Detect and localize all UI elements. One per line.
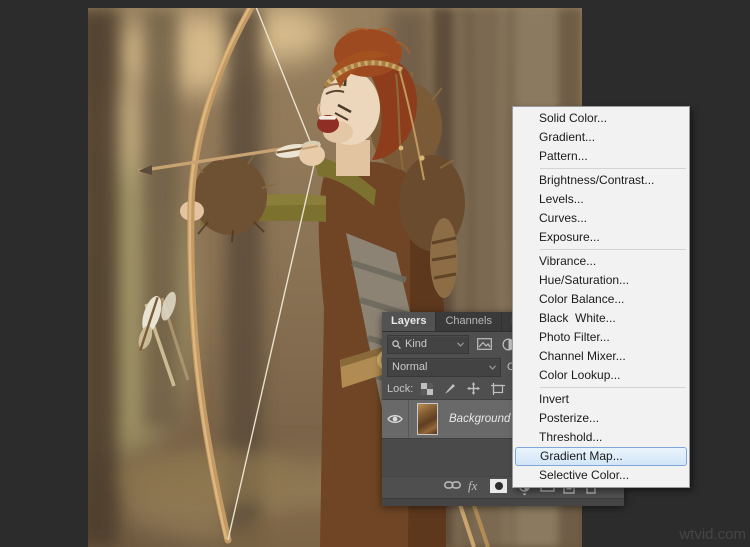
filter-kind-dropdown[interactable]: Kind <box>387 334 469 354</box>
menu-separator <box>540 387 686 388</box>
menu-item-photo-filter[interactable]: Photo Filter... <box>513 328 689 347</box>
menu-separator <box>540 168 686 169</box>
menu-item-posterize[interactable]: Posterize... <box>513 409 689 428</box>
lock-transparency-icon[interactable] <box>421 382 434 395</box>
menu-item-levels[interactable]: Levels... <box>513 190 689 209</box>
menu-item-threshold[interactable]: Threshold... <box>513 428 689 447</box>
panel-resize-strip[interactable] <box>382 498 624 506</box>
menu-item-hue-saturation[interactable]: Hue/Saturation... <box>513 271 689 290</box>
menu-item-gradient[interactable]: Gradient... <box>513 128 689 147</box>
menu-item-pattern[interactable]: Pattern... <box>513 147 689 166</box>
menu-item-color-lookup[interactable]: Color Lookup... <box>513 366 689 385</box>
lock-pixels-brush-icon[interactable] <box>444 383 456 395</box>
filter-pixel-layers-icon[interactable] <box>475 336 493 352</box>
photoshop-workspace: Layers Channels Paths Kind <box>0 0 750 547</box>
blend-mode-dropdown[interactable]: Normal <box>387 357 501 377</box>
menu-item-gradient-map[interactable]: Gradient Map... <box>515 447 687 466</box>
lock-artboard-icon[interactable] <box>491 382 506 395</box>
blend-mode-value: Normal <box>392 361 428 373</box>
search-icon <box>392 339 401 349</box>
menu-item-curves[interactable]: Curves... <box>513 209 689 228</box>
menu-item-black-white[interactable]: Black White... <box>513 309 689 328</box>
tab-channels[interactable]: Channels <box>436 312 502 331</box>
chevron-down-icon <box>489 364 496 370</box>
add-layer-mask-icon-pressed[interactable] <box>490 479 507 493</box>
filter-kind-label: Kind <box>405 338 428 350</box>
menu-item-color-balance[interactable]: Color Balance... <box>513 290 689 309</box>
chevron-down-icon <box>457 341 464 347</box>
menu-item-exposure[interactable]: Exposure... <box>513 228 689 247</box>
layer-style-fx-icon[interactable]: fx <box>468 478 477 494</box>
layer-name: Background <box>449 413 511 425</box>
layer-visibility-eye-icon[interactable] <box>382 400 409 438</box>
menu-item-invert[interactable]: Invert <box>513 390 689 409</box>
new-adjustment-layer-menu: Solid Color... Gradient... Pattern... Br… <box>512 106 690 488</box>
lock-position-move-icon[interactable] <box>467 382 481 395</box>
menu-item-selective-color[interactable]: Selective Color... <box>513 466 689 485</box>
lock-label: Lock: <box>387 382 414 395</box>
menu-item-solid-color[interactable]: Solid Color... <box>513 109 689 128</box>
watermark-text: wtvid.com <box>679 526 746 543</box>
menu-item-brightness-contrast[interactable]: Brightness/Contrast... <box>513 171 689 190</box>
menu-item-vibrance[interactable]: Vibrance... <box>513 252 689 271</box>
menu-separator <box>540 249 686 250</box>
layer-thumbnail[interactable] <box>417 403 438 435</box>
menu-item-channel-mixer[interactable]: Channel Mixer... <box>513 347 689 366</box>
link-layers-icon[interactable] <box>444 480 461 490</box>
tab-layers[interactable]: Layers <box>382 312 437 331</box>
